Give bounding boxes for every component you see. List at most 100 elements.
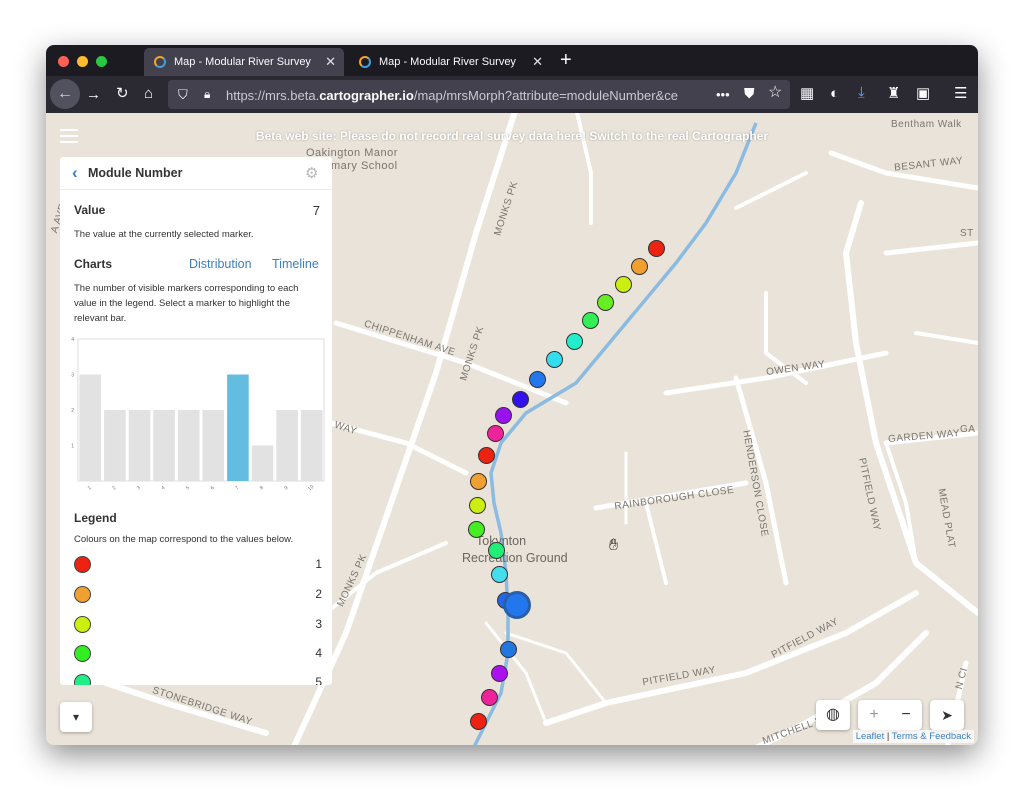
distribution-chart: 1 2 3 4 1 2 3 4 5 6 7 8 9 10 xyxy=(71,337,325,492)
gear-icon[interactable]: ⚙ xyxy=(305,164,318,182)
value-description: The value at the currently selected mark… xyxy=(74,229,254,240)
zoom-in-button[interactable]: + xyxy=(858,700,890,730)
value-number: 7 xyxy=(312,203,320,218)
survey-marker[interactable] xyxy=(470,473,487,490)
attribute-panel: ‹ Module Number ⚙ Value 7 The value at t… xyxy=(60,157,332,685)
navigation-toolbar: ← → ↻ ⌂ ⛉ 🔒︎ https://mrs.beta.cartograph… xyxy=(46,76,978,113)
survey-marker[interactable] xyxy=(582,312,599,329)
chart-bar-10[interactable] xyxy=(300,410,323,481)
more-icon[interactable]: ••• xyxy=(716,87,730,102)
close-tab-icon[interactable]: ✕ xyxy=(325,54,336,70)
tab-map-inactive[interactable]: Map - Modular River Survey ✕ xyxy=(349,48,551,76)
survey-marker[interactable] xyxy=(491,566,508,583)
legend-item[interactable]: 3 xyxy=(74,615,322,635)
chevron-left-icon[interactable]: ‹ xyxy=(72,163,78,183)
survey-marker[interactable] xyxy=(529,371,546,388)
panel-header: ‹ Module Number ⚙ xyxy=(60,157,332,190)
selected-marker[interactable] xyxy=(503,591,531,619)
x-tick-label: 6 xyxy=(210,485,216,492)
chart-bar-9[interactable] xyxy=(276,410,298,481)
forward-icon[interactable]: → xyxy=(86,87,101,102)
home-icon[interactable]: ⌂ xyxy=(144,86,153,101)
survey-marker[interactable] xyxy=(487,425,504,442)
legend-item[interactable]: 1 xyxy=(74,555,322,575)
survey-marker[interactable] xyxy=(512,391,529,408)
legend-value: 4 xyxy=(315,646,322,660)
new-tab-icon[interactable]: + xyxy=(560,49,572,71)
survey-marker[interactable] xyxy=(468,521,485,538)
chart-bar-4[interactable] xyxy=(153,410,175,481)
location-arrow-icon: ➤ xyxy=(941,707,953,723)
survey-marker[interactable] xyxy=(495,407,512,424)
panel-title: Module Number xyxy=(88,166,183,180)
pocket-icon[interactable]: ⛊ xyxy=(744,86,755,101)
zoom-out-button[interactable]: − xyxy=(890,700,922,730)
extension-icon[interactable]: ♜ xyxy=(887,86,900,101)
survey-marker[interactable] xyxy=(546,351,563,368)
globe-icon: ◍ xyxy=(826,706,840,723)
survey-marker[interactable] xyxy=(566,333,583,350)
chart-bar-2[interactable] xyxy=(104,410,126,481)
leaflet-link[interactable]: Leaflet xyxy=(856,731,885,742)
minimize-window-button[interactable] xyxy=(77,56,88,67)
locate-button[interactable]: ➤ xyxy=(930,700,964,730)
star-icon[interactable]: ☆ xyxy=(768,85,782,101)
layers-toggle-button[interactable]: ▾ xyxy=(60,702,92,732)
survey-marker[interactable] xyxy=(648,240,665,257)
legend-swatch xyxy=(74,616,91,633)
y-tick-label: 1 xyxy=(71,444,74,450)
zoom-control: + − xyxy=(858,700,922,730)
reload-icon[interactable]: ↻ xyxy=(116,86,129,101)
value-heading: Value xyxy=(74,203,106,217)
legend-value: 3 xyxy=(315,617,322,631)
lock-icon[interactable]: 🔒︎ xyxy=(204,87,210,102)
survey-marker[interactable] xyxy=(491,665,508,682)
chart-bar-7[interactable] xyxy=(227,374,249,482)
chart-bar-1[interactable] xyxy=(79,374,102,482)
download-icon[interactable]: ⤓ xyxy=(858,85,865,100)
close-tab-icon[interactable]: ✕ xyxy=(532,54,543,70)
survey-marker[interactable] xyxy=(470,713,487,730)
survey-marker[interactable] xyxy=(500,641,517,658)
extensions-icon[interactable]: ▦ xyxy=(800,86,814,101)
tab-title: Map - Modular River Survey xyxy=(174,56,311,68)
survey-marker[interactable] xyxy=(478,447,495,464)
zoom-window-button[interactable] xyxy=(96,56,107,67)
menu-icon[interactable]: ☰ xyxy=(954,86,967,101)
shield-icon[interactable]: ⛉ xyxy=(178,87,188,102)
legend-item[interactable]: 2 xyxy=(74,585,322,605)
survey-marker[interactable] xyxy=(481,689,498,706)
url-bar[interactable]: ⛉ 🔒︎ https://mrs.beta.cartographer.io/ma… xyxy=(168,80,790,109)
survey-marker[interactable] xyxy=(615,276,632,293)
tab-timeline[interactable]: Timeline xyxy=(272,257,319,271)
switch-link[interactable]: Switch to the real Cartographer xyxy=(589,129,768,143)
y-tick-label: 3 xyxy=(71,373,74,379)
x-tick-label: 9 xyxy=(283,485,289,492)
x-tick-label: 2 xyxy=(111,485,117,492)
notion-icon[interactable]: ▣ xyxy=(916,86,930,101)
map-view[interactable]: Beta web site: Please do not record real… xyxy=(46,113,978,745)
terms-link[interactable]: Terms & Feedback xyxy=(892,731,971,742)
x-tick-label: 4 xyxy=(160,485,166,492)
attribution-separator: | xyxy=(886,731,890,742)
legend-item[interactable]: 4 xyxy=(74,644,322,664)
survey-marker[interactable] xyxy=(631,258,648,275)
survey-marker[interactable] xyxy=(597,294,614,311)
x-tick-label: 8 xyxy=(259,485,265,492)
legend-heading: Legend xyxy=(74,511,117,525)
survey-marker[interactable] xyxy=(488,542,505,559)
legend-item[interactable]: 5 xyxy=(74,673,322,685)
tab-distribution[interactable]: Distribution xyxy=(189,257,252,271)
close-window-button[interactable] xyxy=(58,56,69,67)
basemap-button[interactable]: ◍ xyxy=(816,700,850,730)
chart-bar-5[interactable] xyxy=(177,410,200,481)
legend-value: 5 xyxy=(315,675,322,685)
url-text[interactable]: https://mrs.beta.cartographer.io/map/mrs… xyxy=(226,88,678,103)
chart-bar-3[interactable] xyxy=(128,410,151,481)
tab-map-active[interactable]: Map - Modular River Survey ✕ xyxy=(144,48,344,76)
survey-marker[interactable] xyxy=(469,497,486,514)
extension-icon[interactable]: ◐ xyxy=(830,86,839,101)
chart-bar-6[interactable] xyxy=(202,410,225,481)
chart-bar-8[interactable] xyxy=(251,445,274,482)
back-icon[interactable]: ← xyxy=(50,79,80,109)
